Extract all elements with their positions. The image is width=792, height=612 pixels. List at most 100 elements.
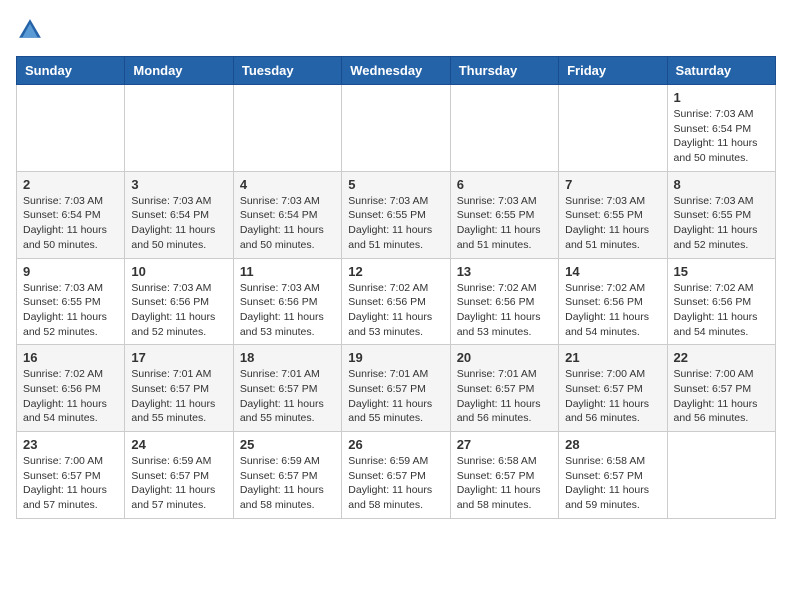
day-info: Sunrise: 7:03 AM Sunset: 6:54 PM Dayligh… (23, 194, 118, 253)
day-number: 19 (348, 350, 443, 365)
day-number: 2 (23, 177, 118, 192)
day-info: Sunrise: 7:02 AM Sunset: 6:56 PM Dayligh… (457, 281, 552, 340)
calendar-day-cell: 3 Sunrise: 7:03 AM Sunset: 6:54 PM Daylig… (125, 171, 233, 258)
calendar-day-cell: 14Sunrise: 7:02 AM Sunset: 6:56 PM Dayli… (559, 258, 667, 345)
calendar-day-cell: 21 Sunrise: 7:00 AM Sunset: 6:57 PM Dayli… (559, 345, 667, 432)
day-info: Sunrise: 7:03 AM Sunset: 6:55 PM Dayligh… (23, 281, 118, 340)
calendar-day-cell: 7 Sunrise: 7:03 AM Sunset: 6:55 PM Daylig… (559, 171, 667, 258)
calendar-week-row: 2 Sunrise: 7:03 AM Sunset: 6:54 PM Daylig… (17, 171, 776, 258)
calendar-week-row: 1Sunrise: 7:03 AM Sunset: 6:54 PM Daylig… (17, 85, 776, 172)
calendar-day-cell: 10 Sunrise: 7:03 AM Sunset: 6:56 PM Dayli… (125, 258, 233, 345)
day-number: 17 (131, 350, 226, 365)
day-info: Sunrise: 7:03 AM Sunset: 6:56 PM Dayligh… (240, 281, 335, 340)
day-number: 20 (457, 350, 552, 365)
calendar-day-cell: 5 Sunrise: 7:03 AM Sunset: 6:55 PM Daylig… (342, 171, 450, 258)
day-info: Sunrise: 6:59 AM Sunset: 6:57 PM Dayligh… (348, 454, 443, 513)
day-number: 23 (23, 437, 118, 452)
day-number: 3 (131, 177, 226, 192)
day-number: 25 (240, 437, 335, 452)
day-info: Sunrise: 7:02 AM Sunset: 6:56 PM Dayligh… (674, 281, 769, 340)
calendar-day-cell: 26 Sunrise: 6:59 AM Sunset: 6:57 PM Dayli… (342, 432, 450, 519)
day-info: Sunrise: 7:00 AM Sunset: 6:57 PM Dayligh… (674, 367, 769, 426)
day-number: 12 (348, 264, 443, 279)
day-number: 10 (131, 264, 226, 279)
weekday-header: Friday (559, 57, 667, 85)
calendar-day-cell: 6 Sunrise: 7:03 AM Sunset: 6:55 PM Daylig… (450, 171, 558, 258)
day-info: Sunrise: 6:58 AM Sunset: 6:57 PM Dayligh… (457, 454, 552, 513)
day-info: Sunrise: 7:03 AM Sunset: 6:55 PM Dayligh… (457, 194, 552, 253)
day-number: 11 (240, 264, 335, 279)
page-header (16, 16, 776, 44)
day-info: Sunrise: 7:03 AM Sunset: 6:56 PM Dayligh… (131, 281, 226, 340)
day-info: Sunrise: 7:01 AM Sunset: 6:57 PM Dayligh… (457, 367, 552, 426)
weekday-header: Wednesday (342, 57, 450, 85)
day-info: Sunrise: 7:01 AM Sunset: 6:57 PM Dayligh… (348, 367, 443, 426)
weekday-header: Saturday (667, 57, 775, 85)
day-info: Sunrise: 7:03 AM Sunset: 6:55 PM Dayligh… (565, 194, 660, 253)
day-info: Sunrise: 6:59 AM Sunset: 6:57 PM Dayligh… (131, 454, 226, 513)
calendar-day-cell: 15 Sunrise: 7:02 AM Sunset: 6:56 PM Dayli… (667, 258, 775, 345)
day-number: 18 (240, 350, 335, 365)
calendar-day-cell: 23 Sunrise: 7:00 AM Sunset: 6:57 PM Dayli… (17, 432, 125, 519)
calendar-day-cell: 2 Sunrise: 7:03 AM Sunset: 6:54 PM Daylig… (17, 171, 125, 258)
day-number: 15 (674, 264, 769, 279)
day-info: Sunrise: 7:03 AM Sunset: 6:55 PM Dayligh… (348, 194, 443, 253)
calendar-day-cell: 20 Sunrise: 7:01 AM Sunset: 6:57 PM Dayli… (450, 345, 558, 432)
day-number: 28 (565, 437, 660, 452)
calendar-week-row: 9 Sunrise: 7:03 AM Sunset: 6:55 PM Daylig… (17, 258, 776, 345)
calendar-day-cell (450, 85, 558, 172)
day-number: 4 (240, 177, 335, 192)
calendar-day-cell (17, 85, 125, 172)
calendar-day-cell: 18 Sunrise: 7:01 AM Sunset: 6:57 PM Dayli… (233, 345, 341, 432)
day-info: Sunrise: 7:03 AM Sunset: 6:54 PM Dayligh… (131, 194, 226, 253)
weekday-header: Monday (125, 57, 233, 85)
calendar-day-cell: 17 Sunrise: 7:01 AM Sunset: 6:57 PM Dayli… (125, 345, 233, 432)
day-info: Sunrise: 7:00 AM Sunset: 6:57 PM Dayligh… (23, 454, 118, 513)
day-number: 7 (565, 177, 660, 192)
calendar-day-cell: 27 Sunrise: 6:58 AM Sunset: 6:57 PM Dayli… (450, 432, 558, 519)
day-info: Sunrise: 7:03 AM Sunset: 6:54 PM Dayligh… (240, 194, 335, 253)
day-number: 21 (565, 350, 660, 365)
generalblue-logo-icon (16, 16, 44, 44)
calendar-day-cell: 8 Sunrise: 7:03 AM Sunset: 6:55 PM Daylig… (667, 171, 775, 258)
calendar-day-cell (233, 85, 341, 172)
day-info: Sunrise: 7:02 AM Sunset: 6:56 PM Dayligh… (348, 281, 443, 340)
calendar-week-row: 16 Sunrise: 7:02 AM Sunset: 6:56 PM Dayli… (17, 345, 776, 432)
day-info: Sunrise: 6:59 AM Sunset: 6:57 PM Dayligh… (240, 454, 335, 513)
day-number: 16 (23, 350, 118, 365)
calendar-table: SundayMondayTuesdayWednesdayThursdayFrid… (16, 56, 776, 519)
day-number: 26 (348, 437, 443, 452)
calendar-day-cell: 16 Sunrise: 7:02 AM Sunset: 6:56 PM Dayli… (17, 345, 125, 432)
calendar-day-cell: 9 Sunrise: 7:03 AM Sunset: 6:55 PM Daylig… (17, 258, 125, 345)
day-info: Sunrise: 7:03 AM Sunset: 6:55 PM Dayligh… (674, 194, 769, 253)
day-number: 6 (457, 177, 552, 192)
calendar-day-cell (559, 85, 667, 172)
weekday-header: Sunday (17, 57, 125, 85)
day-number: 5 (348, 177, 443, 192)
calendar-day-cell: 1Sunrise: 7:03 AM Sunset: 6:54 PM Daylig… (667, 85, 775, 172)
weekday-header-row: SundayMondayTuesdayWednesdayThursdayFrid… (17, 57, 776, 85)
day-number: 13 (457, 264, 552, 279)
calendar-day-cell: 22Sunrise: 7:00 AM Sunset: 6:57 PM Dayli… (667, 345, 775, 432)
calendar-day-cell: 28Sunrise: 6:58 AM Sunset: 6:57 PM Dayli… (559, 432, 667, 519)
calendar-body: 1Sunrise: 7:03 AM Sunset: 6:54 PM Daylig… (17, 85, 776, 519)
calendar-day-cell (125, 85, 233, 172)
day-number: 9 (23, 264, 118, 279)
calendar-week-row: 23 Sunrise: 7:00 AM Sunset: 6:57 PM Dayli… (17, 432, 776, 519)
day-number: 24 (131, 437, 226, 452)
calendar-day-cell (667, 432, 775, 519)
day-info: Sunrise: 7:02 AM Sunset: 6:56 PM Dayligh… (565, 281, 660, 340)
calendar-day-cell: 13 Sunrise: 7:02 AM Sunset: 6:56 PM Dayli… (450, 258, 558, 345)
day-info: Sunrise: 7:01 AM Sunset: 6:57 PM Dayligh… (131, 367, 226, 426)
calendar-day-cell: 11 Sunrise: 7:03 AM Sunset: 6:56 PM Dayli… (233, 258, 341, 345)
day-number: 27 (457, 437, 552, 452)
day-info: Sunrise: 7:02 AM Sunset: 6:56 PM Dayligh… (23, 367, 118, 426)
weekday-header: Tuesday (233, 57, 341, 85)
calendar-day-cell: 25 Sunrise: 6:59 AM Sunset: 6:57 PM Dayli… (233, 432, 341, 519)
day-info: Sunrise: 7:01 AM Sunset: 6:57 PM Dayligh… (240, 367, 335, 426)
calendar-day-cell: 4 Sunrise: 7:03 AM Sunset: 6:54 PM Daylig… (233, 171, 341, 258)
calendar-day-cell (342, 85, 450, 172)
day-number: 8 (674, 177, 769, 192)
day-info: Sunrise: 7:00 AM Sunset: 6:57 PM Dayligh… (565, 367, 660, 426)
calendar-day-cell: 24 Sunrise: 6:59 AM Sunset: 6:57 PM Dayli… (125, 432, 233, 519)
